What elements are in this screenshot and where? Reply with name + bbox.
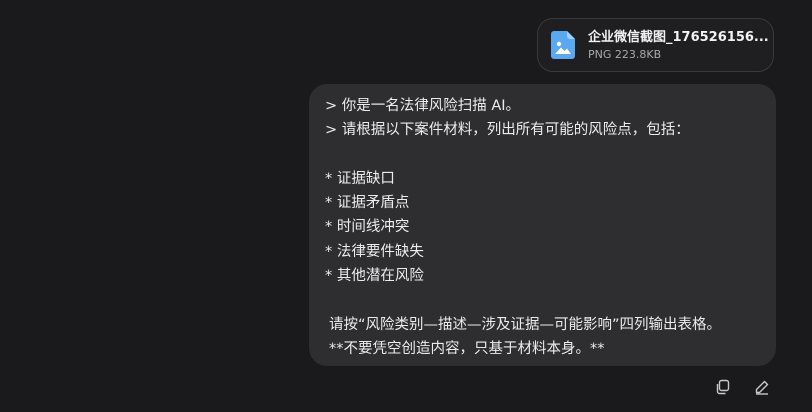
attachment-meta: 企业微信截图_176526156... PNG 223.8KB (588, 29, 768, 62)
copy-icon (716, 379, 730, 395)
message-line: > 你是一名法律风险扫描 AI。 (325, 98, 521, 114)
message-actions (714, 378, 771, 396)
edit-icon (755, 380, 769, 395)
attachment-file-info: PNG 223.8KB (588, 47, 662, 61)
chat-page: 企业微信截图_176526156... PNG 223.8KB > 你是一名法律… (0, 0, 812, 412)
image-file-icon (551, 31, 575, 59)
edit-button[interactable] (753, 378, 771, 396)
message-line: * 其他潜在风险 (325, 268, 424, 285)
message-line: * 时间线冲突 (325, 219, 410, 236)
attachment-card[interactable]: 企业微信截图_176526156... PNG 223.8KB (537, 18, 774, 72)
message-line: * 证据矛盾点 (325, 195, 410, 212)
message-line (325, 143, 758, 167)
message-line: **不要凭空创造内容，只基于材料本身。** (329, 340, 605, 357)
message-line: * 证据缺口 (325, 170, 395, 187)
message-line: 请按“风险类别—描述—涉及证据—可能影响”四列输出表格。 (329, 316, 722, 333)
message-line: > 请根据以下案件材料，列出所有可能的风险点，包括： (325, 122, 690, 139)
user-message-bubble: > 你是一名法律风险扫描 AI。 > 请根据以下案件材料，列出所有可能的风险点，… (309, 84, 776, 366)
copy-button[interactable] (714, 378, 732, 396)
message-line: * 法律要件缺失 (325, 243, 424, 260)
message-line (325, 288, 758, 312)
attachment-file-name: 企业微信截图_176526156... (588, 29, 768, 45)
